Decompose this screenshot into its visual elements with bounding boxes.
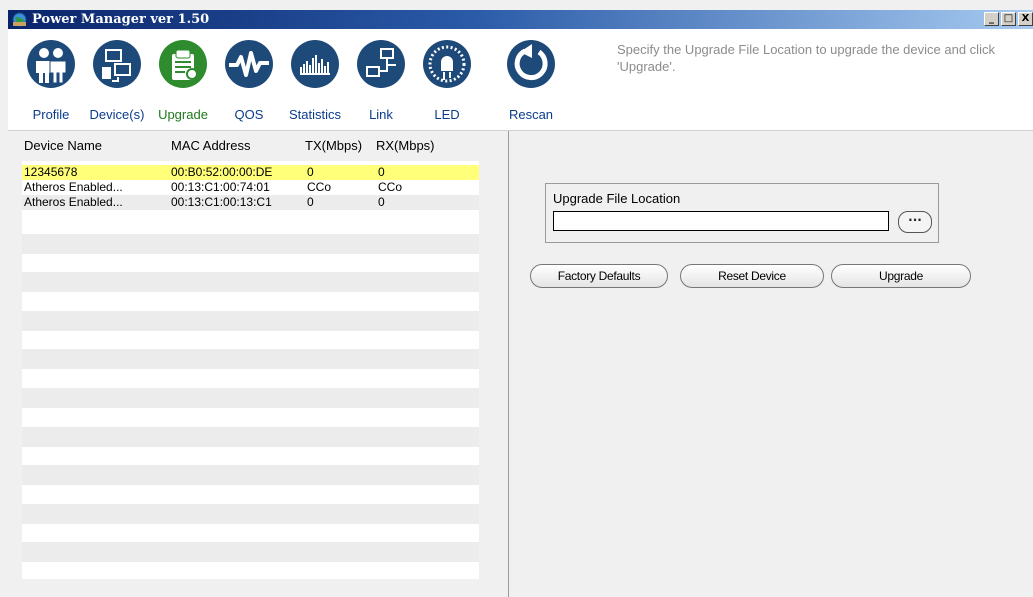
mac-cell: 00:B0:52:00:00:DE	[171, 165, 273, 179]
upgrade-icon	[159, 40, 207, 88]
title-bar: Power Manager ver 1.50 _ □ X	[8, 10, 1033, 29]
toolbar-upgrade[interactable]: Upgrade	[151, 29, 215, 129]
reset-device-button[interactable]: Reset Device	[680, 264, 824, 288]
toolbar-devices[interactable]: Device(s)	[85, 29, 149, 129]
globe-icon	[12, 12, 27, 27]
toolbar-qos[interactable]: QOS	[217, 29, 281, 129]
tx-cell: 0	[307, 165, 314, 179]
empty-row	[22, 426, 479, 447]
window-title: Power Manager ver 1.50	[32, 12, 210, 27]
bar-graph-icon	[291, 40, 339, 88]
upgrade-file-label: Upgrade File Location	[553, 191, 681, 206]
tx-cell: CCo	[307, 180, 332, 194]
toolbar-statistics[interactable]: Statistics	[283, 29, 347, 129]
empty-row	[22, 465, 479, 486]
empty-row	[22, 272, 479, 293]
device-name-cell: Atheros Enabled...	[24, 195, 123, 209]
empty-row	[22, 503, 479, 524]
mac-cell: 00:13:C1:00:13:C1	[171, 195, 272, 209]
toolbar-label: LED	[434, 107, 460, 122]
table-row[interactable]: Atheros Enabled... 00:13:C1:00:13:C1 0 0	[22, 195, 479, 210]
rx-cell: CCo	[378, 180, 403, 194]
upgrade-file-group: Upgrade File Location ···	[545, 183, 939, 243]
device-list-panel: Device Name MAC Address TX(Mbps) RX(Mbps…	[8, 131, 509, 597]
toolbar-label: Rescan	[508, 107, 554, 122]
toolbar-led[interactable]: LED	[415, 29, 479, 129]
devices-icon	[93, 40, 141, 88]
toolbar-profile[interactable]: Profile	[19, 29, 83, 129]
table-row[interactable]: 12345678 00:B0:52:00:00:DE 0 0	[22, 165, 479, 180]
upgrade-panel: Upgrade File Location ··· Factory Defaul…	[509, 131, 1033, 597]
mac-cell: 00:13:C1:00:74:01	[171, 180, 270, 194]
column-rx[interactable]: RX(Mbps)	[376, 138, 435, 153]
browse-button[interactable]: ···	[898, 211, 932, 233]
device-list-header: Device Name MAC Address TX(Mbps) RX(Mbps…	[8, 131, 508, 157]
refresh-icon	[507, 40, 555, 88]
close-button[interactable]: X	[1018, 12, 1033, 26]
device-name-cell: 12345678	[24, 165, 78, 179]
toolbar: Profile Device(s) Upgrade QOS Statistics…	[8, 29, 1033, 131]
toolbar-link[interactable]: Link	[349, 29, 413, 129]
upgrade-button[interactable]: Upgrade	[831, 264, 971, 288]
factory-defaults-button[interactable]: Factory Defaults	[530, 264, 668, 288]
instruction-text: Specify the Upgrade File Location to upg…	[617, 42, 995, 74]
network-icon	[357, 40, 405, 88]
upgrade-file-input[interactable]	[553, 211, 889, 231]
empty-row	[22, 233, 479, 254]
table-row[interactable]: Atheros Enabled... 00:13:C1:00:74:01 CCo…	[22, 180, 479, 195]
column-tx[interactable]: TX(Mbps)	[305, 138, 362, 153]
empty-row	[22, 310, 479, 331]
toolbar-rescan[interactable]: Rescan	[499, 29, 563, 129]
maximize-button[interactable]: □	[1001, 12, 1016, 26]
empty-row	[22, 388, 479, 408]
rx-cell: 0	[378, 165, 385, 179]
tx-cell: 0	[307, 195, 314, 209]
minimize-button[interactable]: _	[984, 12, 999, 26]
empty-row	[22, 542, 479, 563]
led-icon	[423, 40, 471, 88]
waveform-icon	[225, 40, 273, 88]
device-name-cell: Atheros Enabled...	[24, 180, 123, 194]
column-device-name[interactable]: Device Name	[24, 138, 102, 153]
people-icon	[27, 40, 75, 88]
device-list[interactable]: 12345678 00:B0:52:00:00:DE 0 0 Atheros E…	[22, 161, 479, 579]
empty-row	[22, 349, 479, 370]
rx-cell: 0	[378, 195, 385, 209]
column-mac-address[interactable]: MAC Address	[171, 138, 250, 153]
